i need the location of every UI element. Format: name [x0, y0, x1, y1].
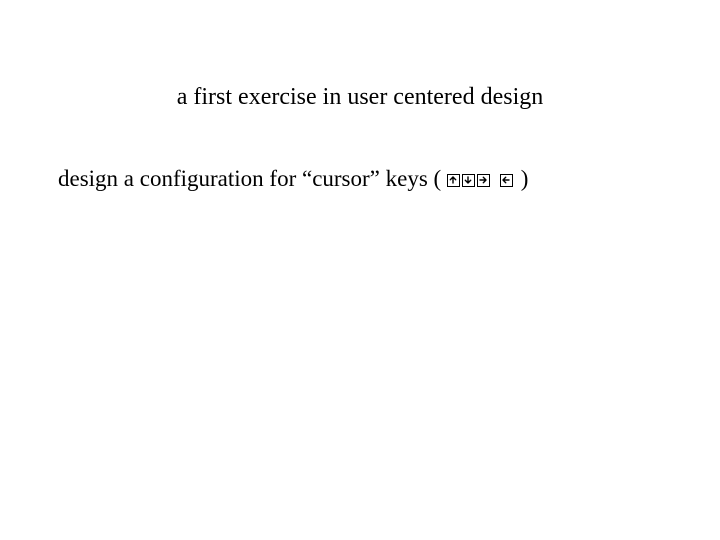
body-suffix: ): [521, 166, 529, 191]
cursor-keys-group: [447, 166, 521, 191]
arrow-left-key: [500, 174, 513, 187]
arrow-up-key: [447, 174, 460, 187]
arrow-down-key: [462, 174, 475, 187]
slide-title: a first exercise in user centered design: [0, 84, 720, 110]
body-prefix: design a configuration for “cursor” keys…: [58, 166, 441, 191]
slide: a first exercise in user centered design…: [0, 0, 720, 540]
body-line: design a configuration for “cursor” keys…: [58, 166, 528, 191]
arrow-right-key: [477, 174, 490, 187]
